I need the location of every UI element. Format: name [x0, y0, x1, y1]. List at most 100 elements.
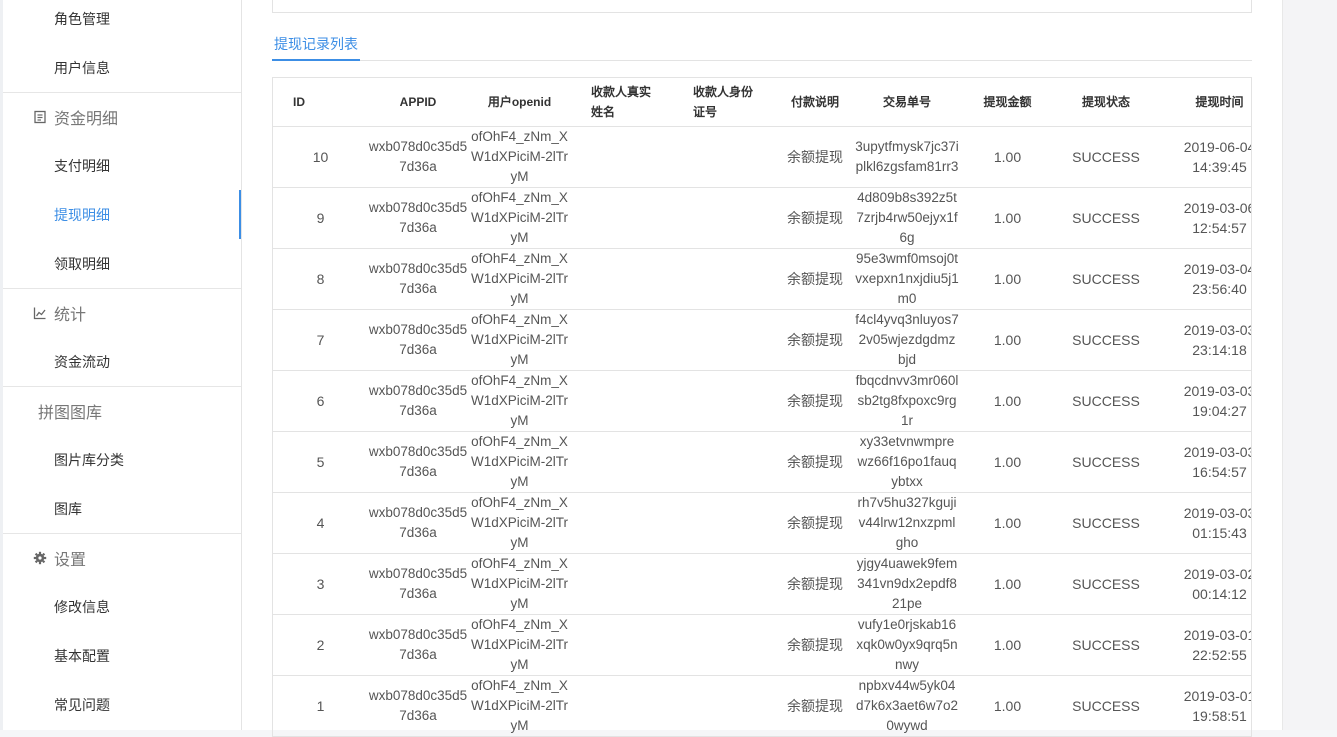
sidebar-group-label: 资金明细 [54, 111, 119, 128]
cell-payee-name [571, 248, 673, 310]
cell-amount: 1.00 [959, 431, 1056, 493]
cell-id: 5 [273, 431, 368, 493]
cell-payee-idcard [673, 187, 775, 249]
sidebar-group-funds[interactable]: 资金明细 [3, 92, 241, 141]
filter-panel [272, 0, 1252, 13]
sidebar-item-faq[interactable]: 常见问题 [3, 680, 241, 729]
sidebar-item-label: 图片库分类 [54, 451, 124, 468]
cell-status: SUCCESS [1056, 248, 1156, 310]
cell-appid: wxb078d0c35d57d36a [368, 248, 468, 310]
cell-time-date: 2019-03-03 [1183, 443, 1252, 460]
cell-payee-idcard [673, 431, 775, 493]
cell-time-date: 2019-03-03 [1183, 504, 1252, 521]
cell-amount: 1.00 [959, 309, 1056, 371]
cell-amount: 1.00 [959, 187, 1056, 249]
withdraw-table: ID APPID 用户openid 收款人真实姓名 收款人身份证号 付款说明 交… [272, 77, 1252, 737]
cell-appid: wxb078d0c35d57d36a [368, 370, 468, 432]
sidebar-item-withdraw-detail[interactable]: 提现明细 [3, 190, 241, 239]
cell-trade-no: rh7v5hu327kgujiv44lrw12nxzpmlgho [855, 492, 959, 554]
cell-payee-idcard [673, 248, 775, 310]
table-header-row: ID APPID 用户openid 收款人真实姓名 收款人身份证号 付款说明 交… [273, 78, 1251, 127]
cell-id: 1 [273, 675, 368, 736]
cell-description: 余额提现 [775, 126, 855, 188]
cell-trade-no: fbqcdnvv3mr060lsb2tg8fxpoxc9rg1r [855, 370, 959, 432]
table-row: 5 wxb078d0c35d57d36a ofOhF4_zNm_XW1dXPiciM… [273, 431, 1252, 493]
cell-time-clock: 23:14:18 [1192, 341, 1247, 358]
cell-amount: 1.00 [959, 553, 1056, 615]
cell-openid: ofOhF4_zNm_XW1dXPiciM-2lTryM [468, 309, 571, 371]
sidebar-item-edit-info[interactable]: 修改信息 [3, 582, 241, 631]
cell-time-clock: 19:58:51 [1192, 707, 1247, 724]
cell-payee-idcard [673, 309, 775, 371]
tab-withdraw-records[interactable]: 提现记录列表 [272, 28, 360, 61]
cell-id: 6 [273, 370, 368, 432]
sidebar-item-label: 角色管理 [54, 10, 110, 27]
sidebar-group-puzzle-gallery[interactable]: 拼图图库 [3, 386, 241, 435]
cell-time: 2019-03-04 23:56:40 [1156, 248, 1251, 310]
cell-status: SUCCESS [1056, 431, 1156, 493]
cell-time-date: 2019-06-04 [1183, 138, 1252, 155]
cell-time-date: 2019-03-03 [1183, 382, 1252, 399]
sidebar-item-gallery-category[interactable]: 图片库分类 [3, 435, 241, 484]
sidebar-item-user-info[interactable]: 用户信息 [3, 43, 241, 92]
cell-payee-name [571, 614, 673, 676]
cell-description: 余额提现 [775, 309, 855, 371]
sidebar-item-role-management[interactable]: 角色管理 [3, 0, 241, 43]
cell-time-clock: 22:52:55 [1192, 646, 1247, 663]
document-icon [34, 110, 46, 124]
cell-amount: 1.00 [959, 126, 1056, 188]
sidebar-group-label: 统计 [54, 307, 87, 324]
sidebar-item-label: 常见问题 [54, 696, 110, 713]
cell-appid: wxb078d0c35d57d36a [368, 614, 468, 676]
cell-time-date: 2019-03-02 [1183, 565, 1252, 582]
cell-status: SUCCESS [1056, 126, 1156, 188]
cell-appid: wxb078d0c35d57d36a [368, 126, 468, 188]
cell-appid: wxb078d0c35d57d36a [368, 431, 468, 493]
sidebar-item-fund-flow[interactable]: 资金流动 [3, 337, 241, 386]
column-header-label: 收款人真实姓名 [591, 84, 652, 119]
cell-time-date: 2019-03-01 [1183, 626, 1252, 643]
sidebar-item-basic-config[interactable]: 基本配置 [3, 631, 241, 680]
table-row: 10 wxb078d0c35d57d36a ofOhF4_zNm_XW1dXPici… [273, 126, 1252, 188]
sidebar-group-settings[interactable]: 设置 [3, 533, 241, 582]
cell-payee-idcard [673, 553, 775, 615]
table-row: 1 wxb078d0c35d57d36a ofOhF4_zNm_XW1dXPiciM… [273, 675, 1251, 736]
cell-time-clock: 14:39:45 [1192, 158, 1247, 175]
cell-status: SUCCESS [1056, 553, 1156, 615]
cell-time-clock: 19:04:27 [1192, 402, 1247, 419]
sidebar-item-gallery[interactable]: 图库 [3, 484, 241, 533]
sidebar-item-label: 用户信息 [54, 59, 110, 76]
sidebar-item-label: 修改信息 [54, 598, 110, 615]
cell-trade-no: npbxv44w5yk04d7k6x3aet6w7o20wywd [855, 675, 959, 736]
sidebar-item-label: 提现明细 [54, 206, 110, 223]
line-chart-icon [33, 307, 46, 320]
sidebar-item-label: 图库 [54, 500, 82, 517]
cell-description: 余额提现 [775, 370, 855, 432]
column-header-payee-idcard: 收款人身份证号 [673, 78, 775, 127]
sidebar-item-payment-detail[interactable]: 支付明细 [3, 141, 241, 190]
table-row: 8 wxb078d0c35d57d36a ofOhF4_zNm_XW1dXPiciM… [273, 248, 1251, 310]
cell-openid: ofOhF4_zNm_XW1dXPiciM-2lTryM [468, 492, 571, 554]
column-header-description: 付款说明 [775, 78, 855, 127]
cell-openid: ofOhF4_zNm_XW1dXPiciM-2lTryM [468, 675, 571, 736]
cell-amount: 1.00 [959, 492, 1056, 554]
cell-payee-name [571, 553, 673, 615]
column-header-openid: 用户openid [468, 78, 571, 127]
cell-amount: 1.00 [959, 675, 1056, 736]
column-header-time: 提现时间 [1156, 78, 1251, 127]
cell-appid: wxb078d0c35d57d36a [368, 675, 468, 736]
sidebar-group-statistics[interactable]: 统计 [3, 288, 241, 337]
sidebar-group-label: 拼图图库 [38, 405, 103, 422]
sidebar-item-label: 领取明细 [54, 255, 110, 272]
cell-openid: ofOhF4_zNm_XW1dXPiciM-2lTryM [468, 553, 571, 615]
cell-time-clock: 23:56:40 [1192, 280, 1247, 297]
cell-trade-no: 4d809b8s392z5t7zrjb4rw50ejyx1f6g [855, 187, 959, 249]
cell-payee-name [571, 309, 673, 371]
cell-time-clock: 00:14:12 [1192, 585, 1247, 602]
cell-time: 2019-03-06 12:54:57 [1156, 187, 1251, 249]
cell-time: 2019-03-01 19:58:51 [1156, 675, 1251, 736]
cell-appid: wxb078d0c35d57d36a [368, 309, 468, 371]
sidebar-item-receive-detail[interactable]: 领取明细 [3, 239, 241, 288]
cell-payee-idcard [673, 126, 775, 188]
cell-appid: wxb078d0c35d57d36a [368, 553, 468, 615]
